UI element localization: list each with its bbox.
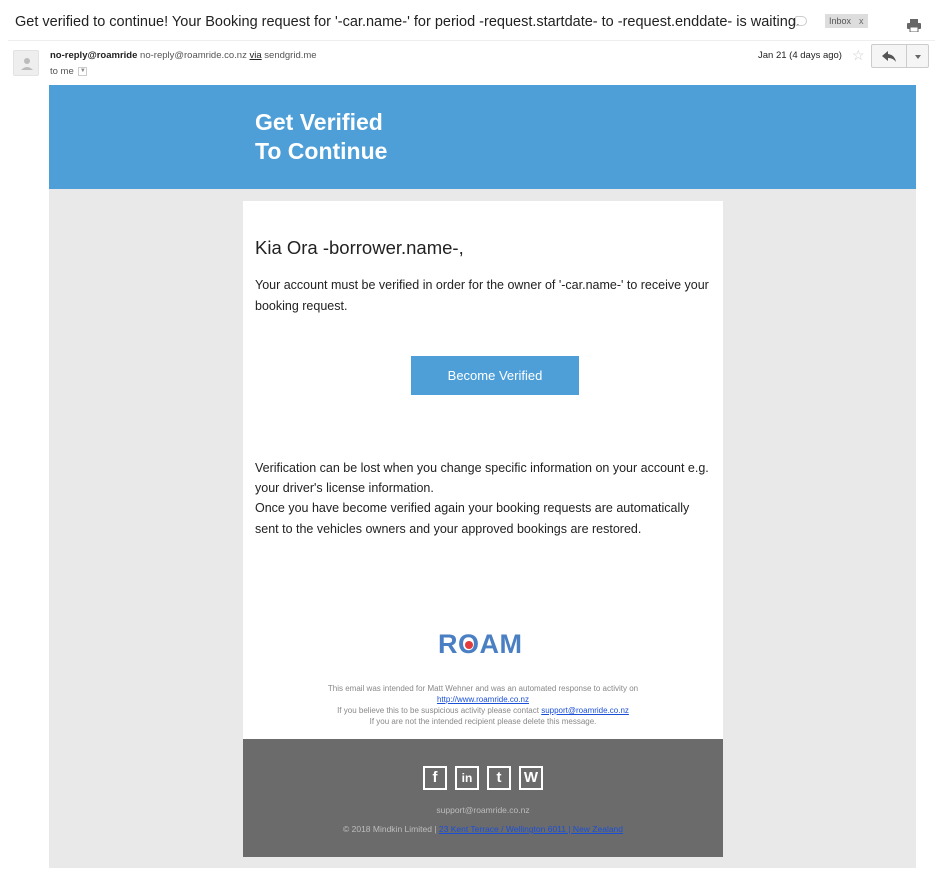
fine-print: This email was intended for Matt Wehner … [243, 683, 723, 727]
sender-email: no-reply@roamride.co.nz [140, 50, 247, 61]
inbox-label-chip[interactable]: Inbox x [825, 14, 868, 28]
fine-print-line3: If you are not the intended recipient pl… [369, 717, 597, 726]
verification-info-line2: Once you have become verified again your… [255, 501, 690, 536]
remove-label-button[interactable]: x [859, 16, 864, 26]
via-link[interactable]: via [249, 50, 261, 61]
verification-info-line1: Verification can be lost when you change… [255, 461, 709, 496]
logo-pin-icon [465, 641, 473, 649]
inbox-label-text: Inbox [829, 16, 852, 26]
hero-banner: Get Verified To Continue [49, 85, 916, 189]
hero-title-line1: Get Verified [255, 109, 383, 135]
email-footer: f in t W support@roamride.co.nz © 2018 M… [243, 739, 723, 857]
reply-button[interactable] [871, 44, 907, 68]
reply-icon [882, 51, 896, 62]
avatar[interactable] [13, 50, 39, 76]
avatar-icon [21, 58, 33, 70]
twitter-icon[interactable]: t [487, 766, 511, 790]
facebook-icon[interactable]: f [423, 766, 447, 790]
account-message: Your account must be verified in order f… [255, 278, 709, 313]
social-links: f in t W [423, 766, 543, 790]
verification-info: Verification can be lost when you change… [255, 458, 715, 539]
copyright-text: © 2018 Mindkin Limited | [342, 824, 437, 834]
fine-print-line1: This email was intended for Matt Wehner … [327, 684, 639, 693]
sender-line: no-reply@roamride no-reply@roamride.co.n… [50, 50, 317, 61]
footer-email[interactable]: support@roamride.co.nz [243, 805, 723, 815]
label-icon[interactable] [795, 16, 807, 26]
chevron-down-icon[interactable]: ▼ [78, 66, 88, 76]
become-verified-button[interactable]: Become Verified [411, 356, 579, 395]
via-domain: sendgrid.me [264, 50, 317, 61]
address-link[interactable]: 23 Kent Terrace / Wellington 6011 | New … [439, 824, 623, 834]
copyright: © 2018 Mindkin Limited | 23 Kent Terrace… [243, 824, 723, 834]
support-link[interactable]: support@roamride.co.nz [541, 706, 629, 715]
recipient-text: to me [50, 66, 74, 77]
recipient-line: to me ▼ [50, 66, 88, 77]
email-subject: Get verified to continue! Your Booking r… [15, 14, 800, 30]
wordpress-icon[interactable]: W [519, 766, 543, 790]
greeting: Kia Ora -borrower.name-, [255, 237, 464, 258]
more-options-icon [915, 55, 921, 59]
sender-name[interactable]: no-reply@roamride [50, 50, 137, 61]
fine-print-line2: If you believe this to be suspicious act… [337, 706, 539, 715]
header-divider [8, 40, 935, 41]
hero-title-line2: To Continue [255, 138, 388, 164]
website-link[interactable]: http://www.roamride.co.nz [437, 695, 529, 704]
email-date: Jan 21 (4 days ago) [758, 50, 842, 61]
linkedin-icon[interactable]: in [455, 766, 479, 790]
more-options-button[interactable] [907, 44, 929, 68]
star-icon[interactable]: ☆ [852, 48, 865, 62]
roam-logo: ROAM [438, 629, 523, 659]
email-card: Kia Ora -borrower.name-, Your account mu… [243, 201, 723, 739]
subject-bar: Get verified to continue! Your Booking r… [0, 0, 943, 42]
print-icon[interactable] [907, 19, 921, 32]
hero-title: Get Verified To Continue [255, 108, 387, 166]
